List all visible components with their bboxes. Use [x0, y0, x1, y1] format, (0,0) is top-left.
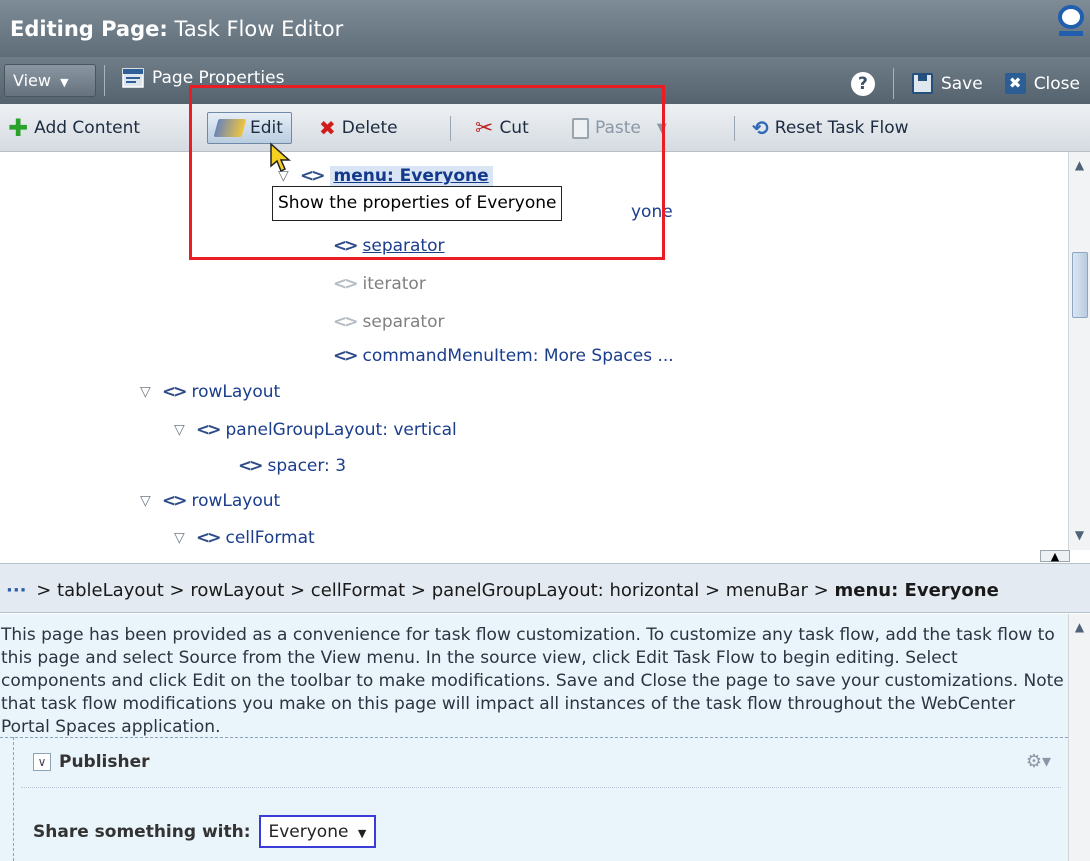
- chevron-down-icon: ▼: [60, 76, 69, 89]
- save-icon: [911, 73, 933, 94]
- publisher-title: Publisher: [59, 752, 150, 772]
- menu-separator: [104, 65, 105, 96]
- tree-scrollbar[interactable]: ▲ ▼: [1068, 152, 1090, 550]
- page-properties-icon: [122, 68, 144, 88]
- component-tag-icon: <>: [238, 456, 263, 476]
- tree-node[interactable]: <> iterator: [333, 274, 426, 294]
- description-text: This page has been provided as a conveni…: [1, 625, 1064, 737]
- tree-node-label: cellFormat: [225, 528, 315, 548]
- title-bar: Editing Page: Task Flow Editor: [0, 0, 1090, 57]
- close-icon: ✖: [1004, 73, 1026, 94]
- breadcrumb-path[interactable]: > tableLayout > rowLayout > cellFormat >…: [31, 580, 835, 601]
- pane-resize-handle[interactable]: ▲: [1040, 550, 1070, 563]
- expand-triangle-icon[interactable]: ▽: [174, 530, 196, 546]
- view-menu-label: View: [13, 71, 51, 90]
- tree-node-label: rowLayout: [191, 491, 281, 511]
- expand-triangle-icon[interactable]: ▽: [140, 493, 162, 509]
- reset-task-flow-button[interactable]: ⟲ Reset Task Flow: [752, 112, 909, 144]
- tree-node[interactable]: <> separator: [333, 312, 445, 332]
- help-icon[interactable]: ?: [850, 71, 875, 96]
- tree-node-label: spacer: 3: [267, 456, 347, 476]
- mouse-cursor-icon: [270, 142, 291, 173]
- menu-separator: [892, 68, 894, 99]
- toolbar-separator: [734, 116, 735, 141]
- reset-label: Reset Task Flow: [774, 118, 909, 138]
- tree-node-label: commandMenuItem: More Spaces ...: [362, 346, 674, 366]
- gear-icon[interactable]: ⚙▾: [1026, 751, 1051, 772]
- region-border: [13, 737, 14, 861]
- scroll-up-icon[interactable]: ▲: [1071, 158, 1088, 176]
- breadcrumb-current: menu: Everyone: [834, 580, 999, 601]
- save-label: Save: [940, 73, 983, 94]
- scroll-up-icon[interactable]: ▲: [1071, 620, 1088, 638]
- publisher-divider: [21, 787, 1061, 788]
- tree-node[interactable]: <> commandMenuItem: More Spaces ...: [333, 346, 674, 366]
- oracle-logo-icon: [1058, 5, 1084, 36]
- component-tag-icon: <>: [196, 420, 221, 440]
- view-menu-button[interactable]: View ▼: [4, 64, 96, 97]
- breadcrumb: ··· > tableLayout > rowLayout > cellForm…: [0, 563, 1090, 613]
- component-tag-icon: <>: [196, 528, 221, 548]
- preview-scrollbar[interactable]: ▲: [1068, 614, 1090, 861]
- component-tag-icon: <>: [333, 346, 358, 366]
- tree-node-label: panelGroupLayout: vertical: [225, 420, 457, 440]
- tree-node-label: rowLayout: [191, 382, 281, 402]
- publisher-header: ∨ Publisher ⚙▾: [21, 745, 1061, 779]
- save-button[interactable]: Save: [911, 73, 983, 94]
- close-button[interactable]: ✖ Close: [1004, 73, 1080, 94]
- scrollbar-thumb[interactable]: [1072, 252, 1088, 318]
- hidden-component-icon: <>: [333, 274, 358, 294]
- add-content-button[interactable]: ✚ Add Content: [8, 112, 140, 144]
- close-label: Close: [1033, 73, 1080, 94]
- tree-node[interactable]: ▽ <> rowLayout: [140, 382, 280, 402]
- region-border: [0, 737, 1068, 738]
- chevron-down-icon: ▼: [357, 827, 367, 840]
- highlight-box: [189, 85, 665, 260]
- expand-triangle-icon[interactable]: ▽: [174, 422, 196, 438]
- tree-node[interactable]: ▽ <> panelGroupLayout: vertical: [174, 420, 457, 440]
- share-audience-select[interactable]: Everyone ▼: [258, 815, 377, 848]
- scroll-down-icon[interactable]: ▼: [1071, 528, 1088, 546]
- tree-node[interactable]: <> spacer: 3: [238, 456, 346, 476]
- component-tag-icon: <>: [162, 382, 187, 402]
- plus-icon: ✚: [8, 114, 29, 142]
- page-title-name: Task Flow Editor: [174, 17, 344, 41]
- tree-node-label: iterator: [362, 274, 426, 294]
- page-title: Editing Page: Task Flow Editor: [10, 17, 343, 41]
- add-content-label: Add Content: [34, 118, 141, 138]
- share-row: Share something with: Everyone ▼: [33, 815, 377, 848]
- tree-node[interactable]: ▽ <> cellFormat: [174, 528, 315, 548]
- reset-icon: ⟲: [752, 116, 769, 140]
- tree-node[interactable]: ▽ <> rowLayout: [140, 491, 280, 511]
- expand-triangle-icon[interactable]: ▽: [140, 384, 162, 400]
- share-label: Share something with:: [33, 821, 251, 842]
- share-audience-value: Everyone: [268, 822, 349, 842]
- breadcrumb-more-icon[interactable]: ···: [6, 580, 27, 601]
- tree-node-label: separator: [362, 312, 445, 332]
- menu-actions: ? Save ✖ Close: [850, 68, 1080, 99]
- page-title-prefix: Editing Page:: [10, 17, 168, 41]
- collapse-chevron-icon[interactable]: ∨: [33, 753, 51, 771]
- component-tag-icon: <>: [162, 491, 187, 511]
- hidden-component-icon: <>: [333, 312, 358, 332]
